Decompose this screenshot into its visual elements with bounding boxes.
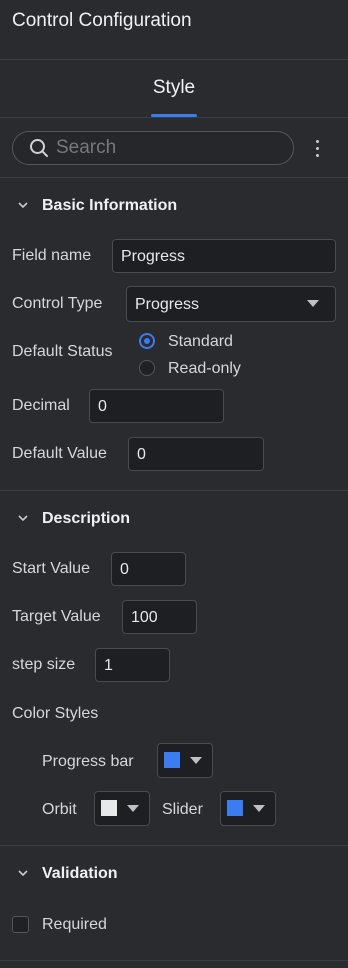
caret-down-icon	[253, 805, 265, 812]
decimal-value: 0	[98, 398, 107, 415]
radio-standard[interactable]	[139, 333, 155, 349]
panel-title: Control Configuration	[12, 10, 192, 31]
search-icon	[30, 139, 48, 157]
chevron-down-icon[interactable]	[17, 868, 29, 878]
chevron-down-icon[interactable]	[17, 513, 29, 523]
radio-read-only-label: Read-only	[168, 360, 241, 377]
divider	[0, 177, 348, 178]
orbit-color-swatch	[101, 800, 117, 816]
chevron-down-icon[interactable]	[17, 200, 29, 210]
step-size-value: 1	[104, 657, 113, 674]
caret-down-icon	[190, 757, 202, 764]
field-name-value: Progress	[121, 248, 186, 265]
caret-down-icon	[127, 805, 139, 812]
divider	[0, 845, 348, 846]
progress-bar-color-label: Progress bar	[42, 753, 134, 770]
decimal-label: Decimal	[12, 397, 70, 414]
radio-read-only[interactable]	[139, 360, 155, 376]
color-styles-label: Color Styles	[12, 705, 99, 722]
required-checkbox[interactable]	[12, 916, 29, 933]
section-title-validation[interactable]: Validation	[42, 865, 118, 883]
step-size-label: step size	[12, 656, 76, 673]
decimal-input[interactable]	[89, 389, 224, 423]
default-value-value: 0	[137, 446, 146, 463]
field-name-label: Field name	[12, 247, 92, 264]
caret-down-icon	[307, 300, 319, 307]
required-label: Required	[42, 916, 107, 933]
section-title-basic-information[interactable]: Basic Information	[42, 197, 177, 215]
search-input[interactable]	[12, 131, 294, 165]
slider-color-swatch	[227, 800, 243, 816]
target-value-value: 100	[131, 609, 158, 626]
start-value-label: Start Value	[12, 560, 90, 577]
start-value-value: 0	[120, 561, 129, 578]
default-status-label: Default Status	[12, 343, 113, 360]
progress-bar-color-swatch	[164, 752, 180, 768]
control-type-value: Progress	[135, 296, 200, 313]
slider-color-label: Slider	[162, 801, 203, 818]
search-placeholder: Search	[56, 137, 117, 158]
default-value-label: Default Value	[12, 445, 107, 462]
control-type-label: Control Type	[12, 295, 103, 312]
divider	[0, 59, 348, 60]
section-title-description[interactable]: Description	[42, 510, 130, 528]
target-value-label: Target Value	[12, 608, 101, 625]
radio-standard-label: Standard	[168, 333, 233, 350]
divider	[0, 490, 348, 491]
divider	[0, 117, 348, 118]
default-value-input[interactable]	[128, 437, 264, 471]
orbit-color-label: Orbit	[42, 801, 77, 818]
more-vertical-icon[interactable]	[310, 136, 326, 160]
tab-style[interactable]: Style	[0, 77, 348, 99]
divider	[0, 960, 348, 961]
